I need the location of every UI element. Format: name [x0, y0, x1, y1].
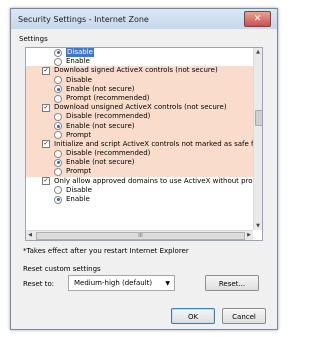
- radio-button[interactable]: [54, 122, 62, 131]
- setting-option[interactable]: Disable: [26, 186, 253, 195]
- checkbox-icon: ✓: [42, 103, 50, 112]
- chevron-down-icon: ▼: [165, 279, 170, 287]
- scroll-up-icon[interactable]: ▲: [254, 48, 262, 56]
- close-button[interactable]: ✕: [244, 11, 271, 27]
- setting-heading: ✓ Initialize and script ActiveX controls …: [26, 139, 253, 150]
- option-label: Disable: [66, 75, 92, 84]
- option-label: Enable (not secure): [66, 84, 135, 93]
- radio-button[interactable]: [54, 131, 62, 140]
- setting-option[interactable]: Prompt: [26, 167, 253, 177]
- option-label: Prompt: [66, 130, 92, 139]
- radio-button[interactable]: [54, 48, 62, 57]
- radio-button[interactable]: [54, 112, 62, 121]
- setting-option[interactable]: Disable (recommended): [26, 112, 253, 122]
- setting-option[interactable]: Prompt: [26, 130, 253, 140]
- scroll-down-icon[interactable]: ▼: [254, 222, 262, 230]
- restart-note: *Takes effect after you restart Internet…: [23, 247, 189, 255]
- checkbox-icon: ✓: [42, 177, 50, 186]
- option-label: Prompt (recommended): [66, 93, 150, 102]
- setting-option[interactable]: Enable (not secure): [26, 158, 253, 168]
- radio-button[interactable]: [54, 168, 62, 177]
- horizontal-scrollbar[interactable]: ◀ III ▶: [26, 230, 253, 240]
- horizontal-scroll-thumb[interactable]: III: [36, 232, 245, 240]
- reset-level-value: Medium-high (default): [74, 279, 153, 287]
- option-label: Download unsigned ActiveX controls (not …: [54, 103, 227, 112]
- reset-level-dropdown[interactable]: Medium-high (default) ▼: [68, 275, 175, 291]
- option-label: Initialize and script ActiveX controls n…: [54, 139, 253, 148]
- option-label: Disable (recommended): [66, 112, 151, 121]
- settings-items: Disable Enable ✓ Download signed ActiveX co…: [26, 48, 253, 204]
- option-label: Enable (not secure): [66, 158, 135, 167]
- option-label: Enable (not secure): [66, 121, 135, 130]
- option-label: Disable (recommended): [66, 149, 151, 158]
- radio-button[interactable]: [54, 195, 62, 204]
- setting-heading: ✓ Download signed ActiveX controls (not s…: [26, 66, 253, 76]
- radio-button[interactable]: [54, 149, 62, 158]
- option-label: Enable: [66, 195, 90, 203]
- setting-option[interactable]: Disable: [26, 75, 253, 85]
- reset-button[interactable]: Reset...: [205, 275, 259, 291]
- setting-heading: ✓ Only allow approved domains to use Acti…: [26, 177, 253, 186]
- setting-option[interactable]: Disable: [26, 48, 253, 58]
- option-label: Prompt: [66, 167, 92, 176]
- option-label: Only allow approved domains to use Activ…: [54, 176, 253, 185]
- checkbox-icon: ✓: [42, 66, 50, 75]
- title-bar[interactable]: Security Settings - Internet Zone ✕: [11, 9, 277, 29]
- radio-button[interactable]: [54, 158, 62, 167]
- radio-button[interactable]: [54, 94, 62, 103]
- scroll-left-icon[interactable]: ◀: [26, 231, 34, 240]
- setting-option[interactable]: Prompt (recommended): [26, 93, 253, 104]
- vertical-scrollbar[interactable]: ▲ ▼: [253, 48, 262, 230]
- setting-option[interactable]: Disable (recommended): [26, 149, 253, 159]
- setting-option[interactable]: Enable (not secure): [26, 121, 253, 131]
- reset-group-label: Reset custom settings: [23, 265, 101, 273]
- vertical-scroll-thumb[interactable]: [255, 110, 262, 126]
- scroll-right-icon[interactable]: ▶: [245, 231, 253, 240]
- window-title: Security Settings - Internet Zone: [18, 14, 149, 24]
- setting-heading: ✓ Download unsigned ActiveX controls (not…: [26, 103, 253, 113]
- option-label: Disable: [66, 48, 94, 58]
- radio-button[interactable]: [54, 85, 62, 94]
- setting-option[interactable]: Enable (not secure): [26, 84, 253, 94]
- ok-button[interactable]: OK: [171, 308, 215, 324]
- option-label: Enable: [66, 57, 90, 66]
- security-settings-dialog: Security Settings - Internet Zone ✕ Sett…: [10, 8, 278, 330]
- radio-button[interactable]: [54, 57, 62, 66]
- radio-button[interactable]: [54, 186, 62, 195]
- setting-option[interactable]: Enable: [26, 195, 253, 204]
- setting-option[interactable]: Enable: [26, 57, 253, 66]
- reset-to-label: Reset to:: [23, 280, 55, 288]
- cancel-button[interactable]: Cancel: [222, 308, 266, 324]
- settings-list[interactable]: Disable Enable ✓ Download signed ActiveX co…: [25, 47, 263, 241]
- settings-group-label: Settings: [19, 35, 48, 43]
- checkbox-icon: ✓: [42, 140, 50, 149]
- radio-button[interactable]: [54, 76, 62, 85]
- option-label: Disable: [66, 185, 92, 194]
- option-label: Download signed ActiveX controls (not se…: [54, 66, 218, 75]
